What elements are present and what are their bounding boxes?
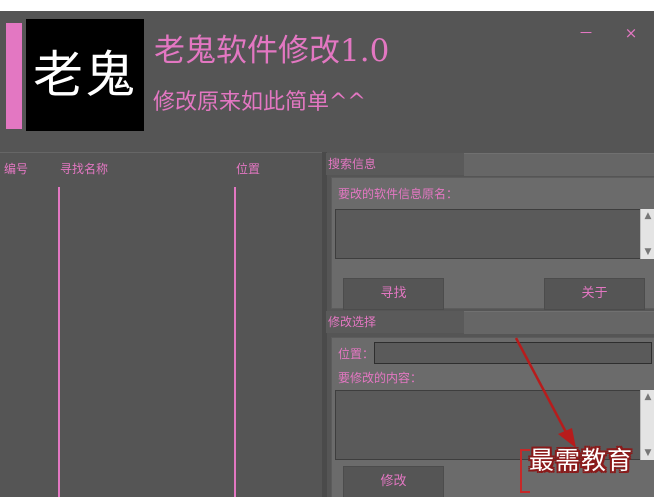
tab-search-info[interactable]: 搜索信息 [326, 153, 464, 175]
column-header-position[interactable]: 位置 [236, 161, 260, 177]
minimize-button[interactable]: － [576, 23, 596, 43]
content-scrollbar[interactable]: ▲ ▼ [640, 390, 654, 460]
app-title: 老鬼软件修改1.0 [154, 33, 390, 69]
column-header-name[interactable]: 寻找名称 [60, 161, 108, 177]
content-label: 要修改的内容： [338, 371, 423, 385]
column-divider [58, 187, 60, 497]
modify-button[interactable]: 修改 [343, 466, 444, 497]
original-name-textarea[interactable] [335, 209, 654, 259]
watermark: 最需教育 [529, 446, 634, 475]
column-divider [234, 187, 236, 497]
find-button[interactable]: 寻找 [343, 278, 444, 310]
chevron-up-icon[interactable]: ▲ [641, 390, 654, 404]
app-logo: 老鬼 [26, 19, 144, 131]
chevron-down-icon[interactable]: ▼ [641, 446, 654, 460]
chevron-up-icon[interactable]: ▲ [641, 209, 654, 223]
original-name-scrollbar[interactable]: ▲ ▼ [640, 209, 654, 259]
chevron-down-icon[interactable]: ▼ [641, 245, 654, 259]
close-button[interactable]: × [621, 23, 641, 43]
app-subtitle: 修改原来如此简单^^ [153, 90, 366, 115]
search-group: 要改的软件信息原名： ▲ ▼ 寻找 关于 [331, 177, 654, 310]
column-header-id[interactable]: 编号 [4, 161, 28, 177]
position-label: 位置： [338, 347, 375, 361]
red-arrow-icon [514, 337, 576, 448]
about-button[interactable]: 关于 [544, 278, 645, 310]
logo-text: 老鬼 [33, 46, 137, 104]
original-name-label: 要改的软件信息原名： [338, 187, 459, 201]
results-list[interactable]: 编号 寻找名称 位置 [0, 152, 322, 497]
tab-strip [464, 153, 654, 176]
accent-bar [6, 23, 22, 129]
tab-modify-options[interactable]: 修改选择 [326, 311, 464, 333]
